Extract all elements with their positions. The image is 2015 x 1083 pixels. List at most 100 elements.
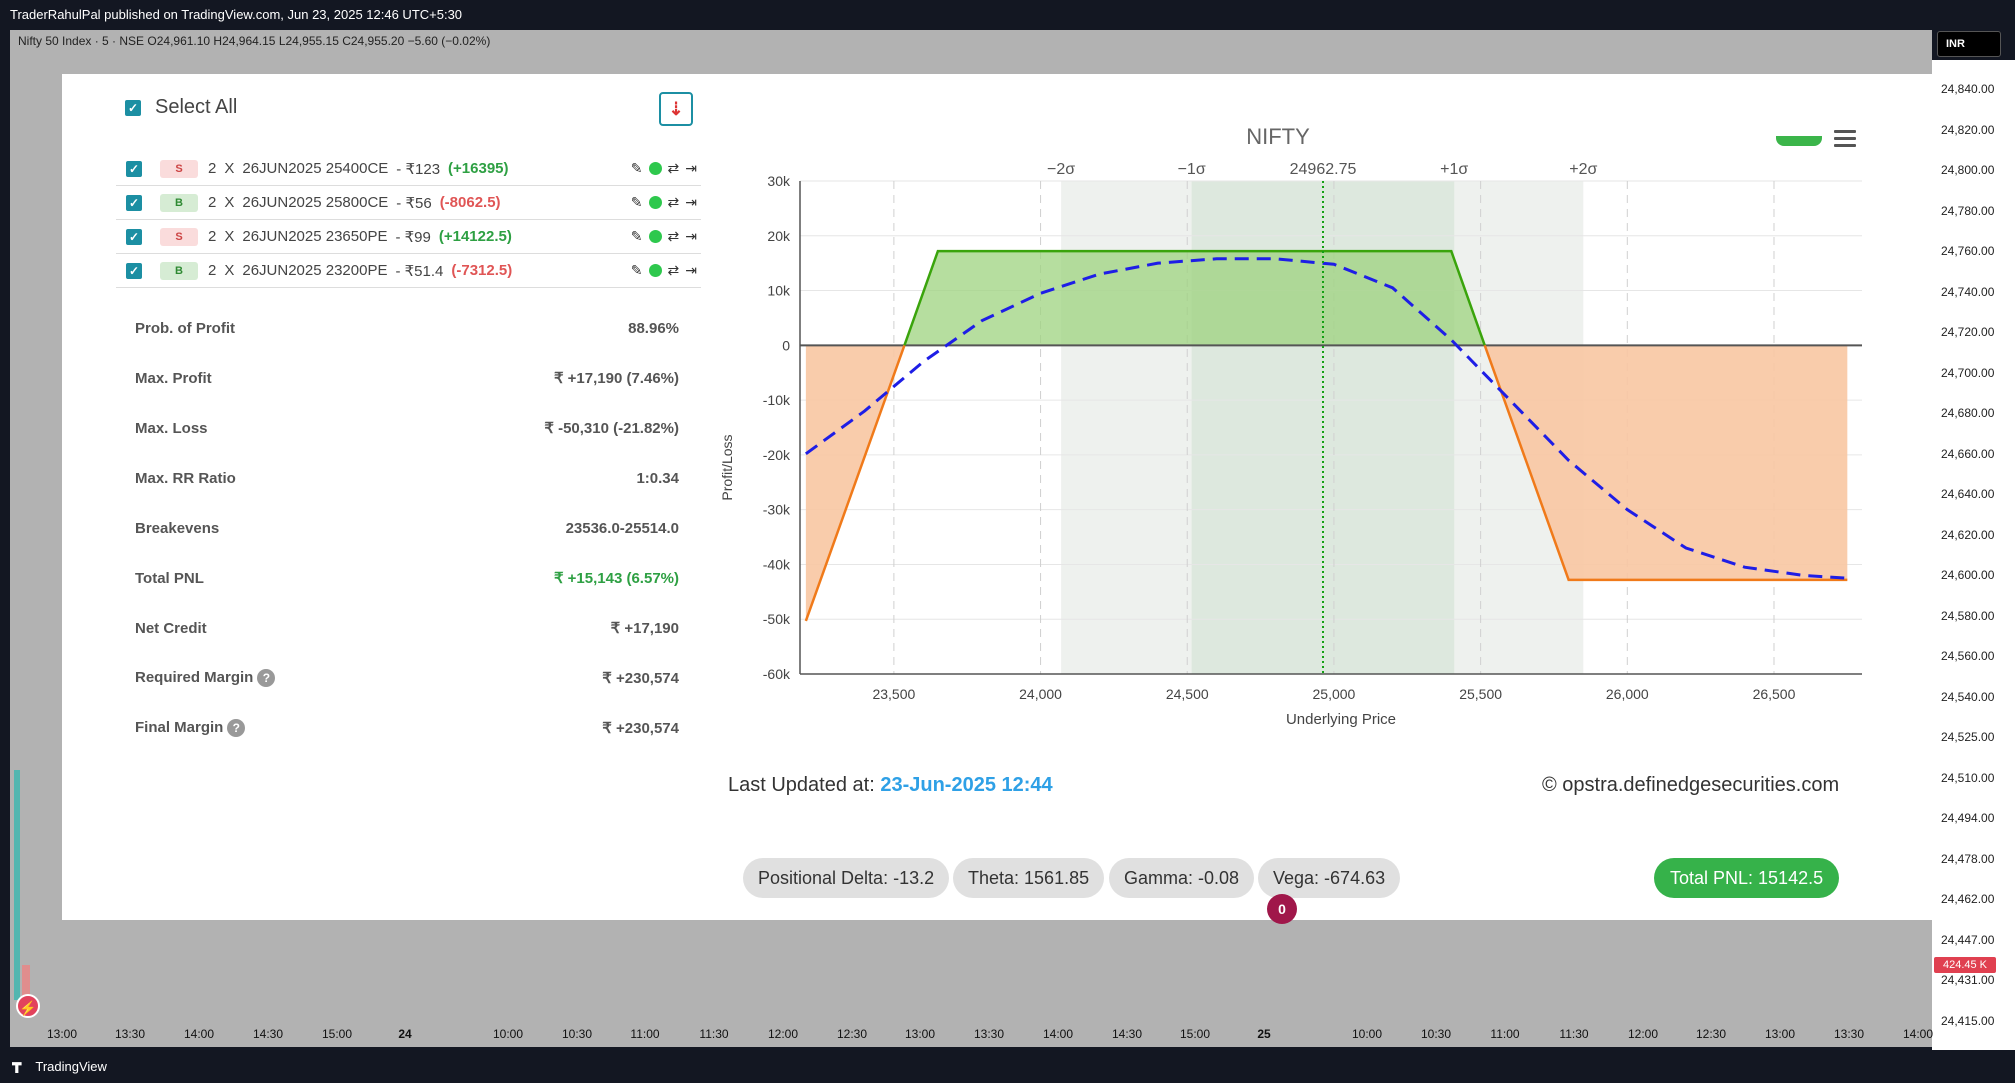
y-tick-label: 0 <box>782 337 790 353</box>
swap-icon[interactable]: ⇄ <box>668 160 680 177</box>
publish-banner: TraderRahulPal published on TradingView.… <box>0 0 2015 30</box>
swap-icon[interactable]: ⇄ <box>668 194 680 211</box>
sigma-label: +1σ <box>1440 161 1468 178</box>
time-axis-label: 11:30 <box>1559 1027 1589 1041</box>
leg-qty: 2 <box>208 194 217 211</box>
bolt-icon[interactable]: ⚡ <box>16 994 40 1018</box>
time-axis-label: 14:30 <box>252 1027 284 1041</box>
leg-pnl: (-7312.5) <box>451 262 513 279</box>
stat-value: 1:0.34 <box>636 469 679 487</box>
legs-list: ✓ S 2 X 26JUN2025 25400CE - ₹123 (+16395) ✎ ⇄ ⇥ ✓ B… <box>116 152 701 288</box>
time-axis-label: 14:30 <box>1111 1027 1143 1041</box>
tradingview-logo-icon <box>12 1062 22 1074</box>
status-dot-icon[interactable] <box>648 264 662 277</box>
status-dot-icon[interactable] <box>648 196 662 209</box>
chart-title: NIFTY <box>1246 124 1310 149</box>
leg-contract: 26JUN2025 25800CE <box>242 194 389 211</box>
payoff-chart: 30k 20k 10k 0 -10k -20k -30k -40k -50k -60k 23,500… <box>719 124 1862 728</box>
price-axis[interactable]: 24,840.00 24,820.00 24,800.00 24,780.00 24,7… <box>1932 60 2015 1068</box>
leg-price: - ₹56 <box>396 194 432 212</box>
price-axis-label: 24,680.00 <box>1941 406 1995 420</box>
edit-icon[interactable]: ✎ <box>631 194 643 211</box>
price-axis-label: 24,580.00 <box>1941 608 1995 623</box>
leg-row[interactable]: ✓ S 2 X 26JUN2025 23650PE - ₹99 (+14122.5) ✎ ⇄ ⇥ <box>116 220 701 254</box>
leg-qty: 2 <box>208 262 217 279</box>
price-axis-label: 24,820.00 <box>1941 122 1995 137</box>
stat-value: ₹ +230,574 <box>602 720 679 737</box>
status-dot-icon[interactable] <box>648 230 662 243</box>
leg-price: - ₹99 <box>395 228 431 246</box>
checkbox-icon[interactable]: ✓ <box>126 194 142 211</box>
gamma-pill: Gamma: -0.08 <box>1109 858 1255 898</box>
time-axis-label: 13:30 <box>1833 1027 1865 1041</box>
leg-row[interactable]: ✓ S 2 X 26JUN2025 25400CE - ₹123 (+16395) ✎ ⇄ ⇥ <box>116 152 701 186</box>
delta-pill: Positional Delta: -13.2 <box>743 858 950 898</box>
help-icon[interactable]: ? <box>257 669 276 687</box>
x-tick-label: 24,500 <box>1166 686 1209 702</box>
y-tick-label: -30k <box>763 502 791 518</box>
stat-row: Final Margin? ₹ +230,574 <box>135 703 679 753</box>
sigma-label: +2σ <box>1569 161 1597 178</box>
y-tick-label: -60k <box>763 666 791 682</box>
select-all-row[interactable]: ✓ Select All <box>125 96 237 119</box>
leg-contract: 26JUN2025 25400CE <box>242 160 389 177</box>
price-axis-label: 24,431.00 <box>1941 973 1995 987</box>
price-axis-label: 24,780.00 <box>1941 203 1995 218</box>
checkbox-icon[interactable]: ✓ <box>126 228 142 245</box>
price-axis-label: 24,700.00 <box>1941 365 1995 380</box>
currency-button[interactable]: INR <box>1937 31 2001 57</box>
time-axis-label: 12:30 <box>836 1027 868 1041</box>
time-axis-label: 11:00 <box>1490 1027 1520 1041</box>
side-badge: S <box>160 159 198 178</box>
time-axis-label: 24 <box>398 1027 412 1041</box>
volume-bar <box>14 770 20 1000</box>
symbol-ohlc-legend: Nifty 50 Index · 5 · NSE O24,961.10 H24,… <box>18 34 491 48</box>
time-axis-label: 15:00 <box>321 1027 353 1041</box>
leg-pnl: (+16395) <box>448 160 509 177</box>
leg-qty: 2 <box>208 160 217 177</box>
leg-row[interactable]: ✓ B 2 X 26JUN2025 25800CE - ₹56 (-8062.5) ✎ ⇄ ⇥ <box>116 186 701 220</box>
edit-icon[interactable]: ✎ <box>631 262 643 279</box>
stats-table: Prob. of Profit 88.96% Max. Profit ₹ +17,19… <box>135 303 679 753</box>
checkbox-icon[interactable]: ✓ <box>126 160 142 177</box>
time-axis-label: 10:30 <box>1420 1027 1452 1041</box>
time-axis-label: 13:00 <box>1764 1027 1796 1041</box>
time-axis-label: 11:00 <box>630 1027 660 1041</box>
checkbox-icon[interactable]: ✓ <box>126 262 142 279</box>
time-axis-label: 14:00 <box>1042 1027 1074 1041</box>
x-tick-label: 25,000 <box>1313 686 1356 702</box>
time-axis-label: 13:30 <box>114 1027 146 1041</box>
swap-icon[interactable]: ⇄ <box>668 228 680 245</box>
side-badge: S <box>160 227 198 246</box>
leg-pnl: (-8062.5) <box>439 194 501 211</box>
status-dot-icon[interactable] <box>648 162 662 175</box>
y-tick-label: -40k <box>763 556 791 572</box>
price-axis-label: 24,600.00 <box>1941 568 1995 582</box>
leg-row[interactable]: ✓ B 2 X 26JUN2025 23200PE - ₹51.4 (-7312.5) ✎ ⇄ ⇥ <box>116 254 701 288</box>
leg-x: X <box>224 262 235 279</box>
time-axis-label: 25 <box>1257 1027 1271 1041</box>
time-axis-label: 10:00 <box>1351 1027 1383 1041</box>
notification-badge[interactable]: 0 <box>1267 894 1297 924</box>
time-axis-label: 12:00 <box>767 1027 799 1041</box>
swap-icon[interactable]: ⇄ <box>668 262 680 279</box>
price-axis-label: 24,740.00 <box>1941 284 1995 299</box>
spot-label: 24962.75 <box>1290 161 1357 178</box>
time-axis-label: 10:30 <box>561 1027 593 1041</box>
stat-label: Max. RR Ratio <box>135 469 236 487</box>
price-axis-label: 24,720.00 <box>1941 325 1995 339</box>
y-tick-label: -50k <box>763 611 791 627</box>
y-axis-title: Profit/Loss <box>719 434 735 500</box>
edit-icon[interactable]: ✎ <box>631 228 643 245</box>
edit-icon[interactable]: ✎ <box>631 160 643 177</box>
last-updated-value: 23-Jun-2025 12:44 <box>880 774 1053 796</box>
help-icon[interactable]: ? <box>227 719 246 737</box>
stat-row: Max. RR Ratio 1:0.34 <box>135 453 679 503</box>
side-badge: B <box>160 193 198 212</box>
leg-price: - ₹51.4 <box>395 262 444 280</box>
stat-value: ₹ +17,190 (7.46%) <box>553 370 679 387</box>
checkbox-icon[interactable]: ✓ <box>125 99 141 116</box>
price-axis-label: 24,660.00 <box>1941 446 1995 461</box>
stat-label: Breakevens <box>135 519 220 537</box>
leg-qty: 2 <box>208 228 217 245</box>
